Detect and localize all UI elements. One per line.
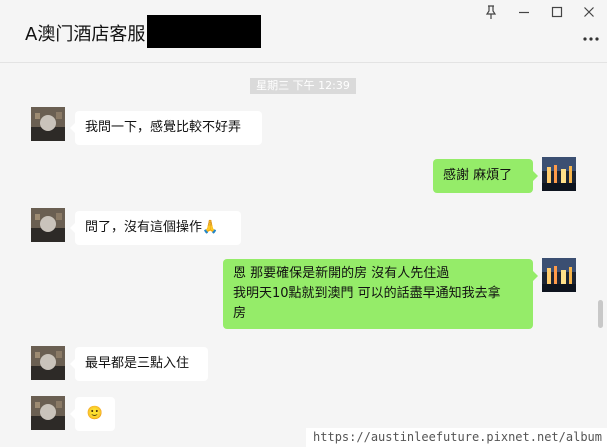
message-bubble-incoming[interactable]: 我問一下，感覺比較不好弄: [70, 111, 262, 145]
message-bubble-outgoing[interactable]: 感謝 麻煩了: [433, 159, 538, 193]
contact-avatar[interactable]: [31, 396, 65, 430]
maximize-icon[interactable]: [549, 4, 565, 20]
emoji-message: 🙂: [86, 406, 104, 421]
message-text-line: 房: [233, 306, 247, 321]
chat-header: A澳门酒店客服: [0, 0, 607, 63]
message-bubble-incoming[interactable]: 最早都是三點入住: [70, 347, 208, 381]
more-icon[interactable]: [582, 30, 600, 46]
message-bubble-outgoing[interactable]: 恩 那要確保是新開的房 沒有人先住過 我明天10點就到澳門 可以的話盡早通知我去…: [223, 259, 538, 329]
contact-avatar[interactable]: [31, 346, 65, 380]
message-bubble-incoming[interactable]: 🙂: [70, 397, 115, 431]
message-text-line: 我明天10點就到澳門 可以的話盡早通知我去拿: [233, 286, 501, 301]
message-text: 感謝 麻煩了: [443, 168, 513, 183]
message-timestamp: 星期三 下午 12:39: [250, 78, 356, 94]
watermark-url: https://austinleefuture.pixnet.net/album: [306, 428, 607, 447]
message-text: 問了，沒有這個操作🙏: [85, 220, 219, 235]
minimize-icon[interactable]: [516, 4, 532, 20]
chat-title: A澳门酒店客服: [25, 24, 146, 45]
close-icon[interactable]: [581, 4, 597, 20]
chat-window: A澳门酒店客服 星期三 下午 12:39 我問一下，感覺比較不好弄 感謝 麻煩了…: [0, 0, 607, 447]
contact-avatar[interactable]: [31, 107, 65, 141]
pin-icon[interactable]: [483, 4, 499, 20]
contact-avatar[interactable]: [31, 208, 65, 242]
redacted-name-block: [147, 15, 261, 48]
message-bubble-incoming[interactable]: 問了，沒有這個操作🙏: [70, 211, 241, 245]
message-text: 我問一下，感覺比較不好弄: [85, 120, 242, 135]
self-avatar[interactable]: [542, 258, 576, 292]
chat-scrollbar[interactable]: [598, 300, 603, 328]
self-avatar[interactable]: [542, 157, 576, 191]
message-text-line: 恩 那要確保是新開的房 沒有人先住過: [233, 266, 450, 281]
message-text: 最早都是三點入住: [85, 356, 190, 371]
